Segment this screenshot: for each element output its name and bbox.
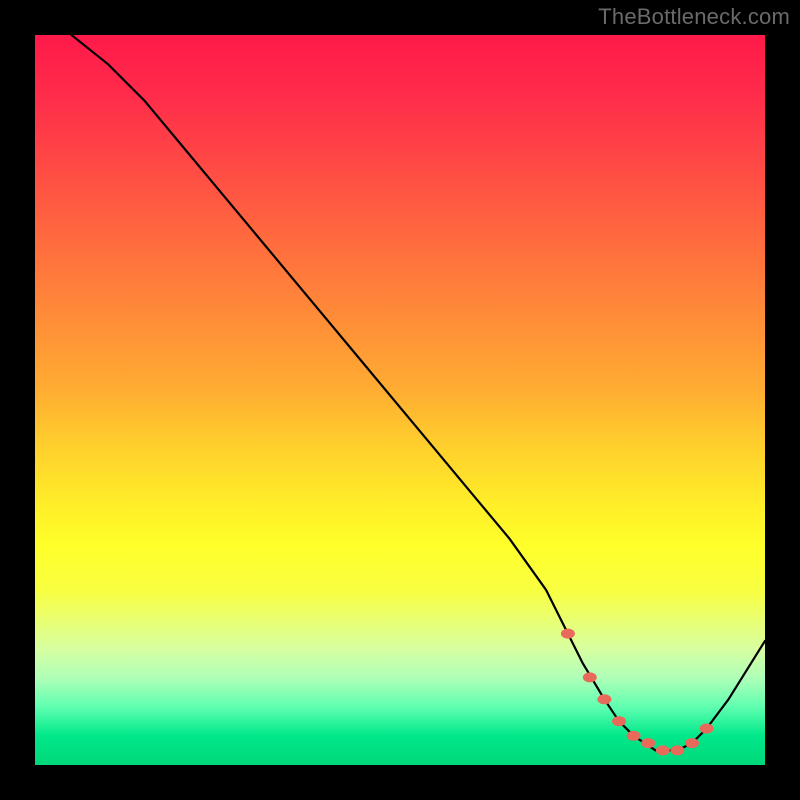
curve-svg (35, 35, 765, 765)
marker-point (656, 745, 670, 755)
marker-point (561, 629, 575, 639)
bottleneck-curve (72, 35, 766, 750)
marker-point (641, 738, 655, 748)
plot-area (35, 35, 765, 765)
watermark-text: TheBottleneck.com (598, 4, 790, 30)
marker-point (670, 745, 684, 755)
marker-point (583, 672, 597, 682)
marker-point (700, 724, 714, 734)
marker-point (627, 731, 641, 741)
markers-group (561, 629, 714, 756)
marker-point (685, 738, 699, 748)
marker-point (597, 694, 611, 704)
marker-point (612, 716, 626, 726)
